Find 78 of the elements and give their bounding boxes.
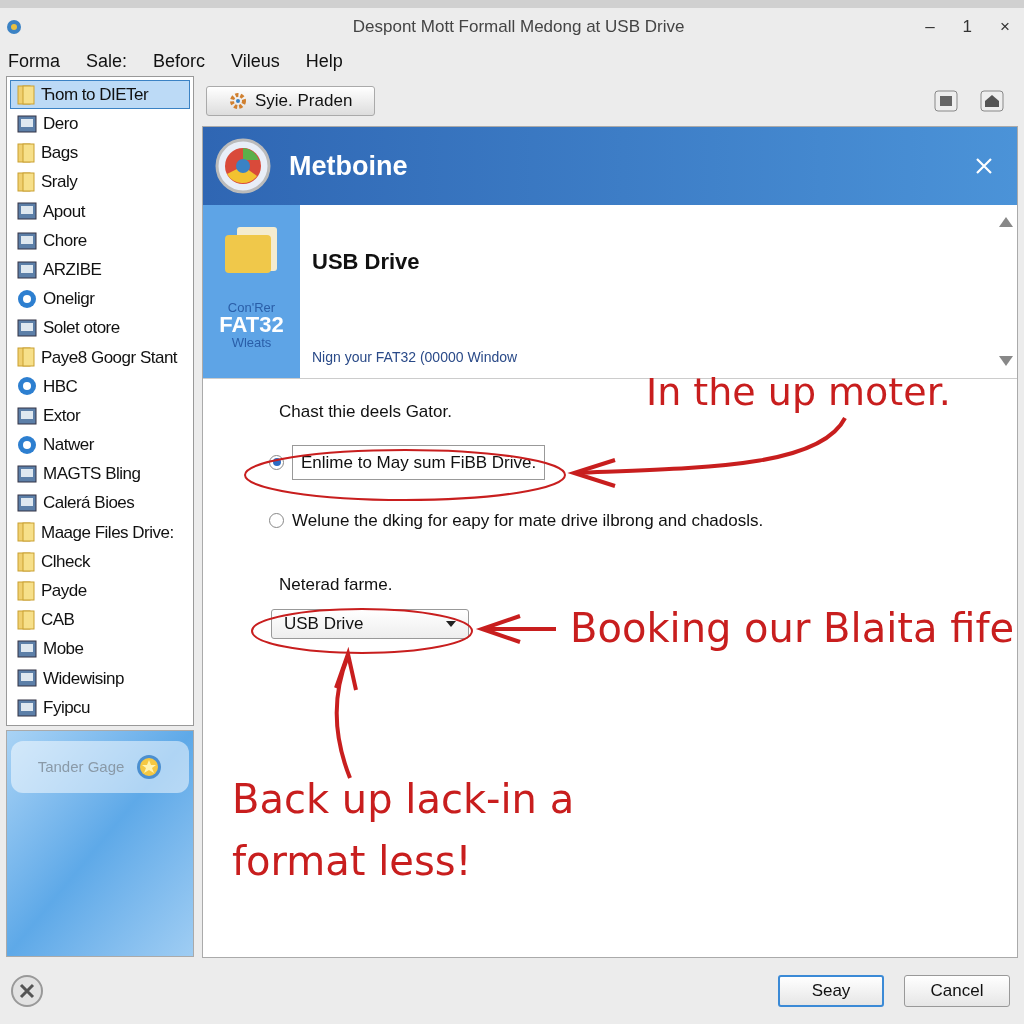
menu-item[interactable]: Beforc	[153, 47, 206, 75]
app-icon	[17, 230, 37, 251]
home-icon[interactable]	[980, 90, 1004, 112]
folder-icon	[17, 551, 35, 572]
layout-icon[interactable]	[934, 90, 958, 112]
dropdown-caret-icon	[446, 621, 456, 627]
menu-item[interactable]: Sale:	[86, 47, 128, 75]
sidebar-item[interactable]: CAB	[10, 605, 190, 635]
sidebar-item[interactable]: Calerá Bioes	[10, 488, 190, 518]
app-icon	[17, 697, 37, 718]
sidebar-item[interactable]: Widewisinp	[10, 663, 190, 693]
app-icon	[17, 639, 37, 660]
close-button[interactable]: ×	[1000, 14, 1010, 40]
menu-item[interactable]: Forma	[8, 47, 60, 75]
sidebar-item[interactable]: Oneligr	[10, 284, 190, 314]
sidebar-item[interactable]: Dero	[10, 109, 190, 139]
sidebar-item[interactable]: Ћom to DIETer	[10, 80, 190, 110]
sidebar-item[interactable]: Clheck	[10, 547, 190, 577]
sidebar-item[interactable]: Mobe	[10, 634, 190, 664]
folder-icon	[17, 142, 35, 163]
sidebar-item[interactable]: Maage Files Drive:	[10, 517, 190, 547]
sidebar-item[interactable]: Natwer	[10, 430, 190, 460]
app-icon	[17, 201, 37, 222]
option-label[interactable]: Welune the dking for eapy for mate drive ilbrong and chadosls.	[292, 508, 764, 534]
menu-item[interactable]: Help	[305, 47, 343, 75]
scroll-up-icon[interactable]	[999, 217, 1013, 227]
device-note: Nign your FAT32 (00000 Window	[312, 348, 519, 367]
logo-icon	[213, 136, 273, 196]
close-icon[interactable]	[975, 157, 993, 175]
format-label: Neterad farme.	[279, 573, 394, 596]
globe-icon	[17, 288, 37, 309]
minimize-button[interactable]: –	[925, 14, 935, 40]
sidebar-item[interactable]: Bags	[10, 138, 190, 168]
app-icon	[17, 259, 37, 280]
folder-icon	[17, 580, 35, 601]
sidebar-item[interactable]: MAGTS Bling	[10, 459, 190, 489]
option-label[interactable]: Enlime to May sum FiBB Drive.	[292, 444, 546, 480]
sidebar-item[interactable]: HBC	[10, 371, 190, 402]
dialog-button[interactable]: Cancel	[904, 975, 1010, 1007]
app-icon	[17, 464, 37, 485]
globe-icon	[17, 376, 37, 397]
sidebar-item[interactable]: Apout	[10, 196, 190, 226]
sidebar-item[interactable]: ARZIBE	[10, 255, 190, 285]
prompt-text: Chast thie deels Gator.	[279, 401, 453, 423]
annotation-text: Back up lack-in a format less!	[232, 775, 576, 886]
app-icon	[17, 113, 37, 134]
format-select[interactable]: USB Drive	[271, 609, 469, 639]
folder-icon	[17, 609, 35, 630]
app-icon	[6, 19, 22, 35]
sidebar-item[interactable]: Chore	[10, 225, 190, 256]
sidebar-item[interactable]: Sraly	[10, 167, 190, 197]
device-name: USB Drive	[312, 248, 421, 276]
folder-icon	[17, 347, 35, 368]
window-title: Despont Mott Formall Medong at USB Drive	[351, 16, 686, 39]
sidebar-item[interactable]: Extor	[10, 401, 190, 431]
toolbar-button[interactable]: Syie. Praden	[206, 86, 376, 116]
scroll-down-icon[interactable]	[999, 356, 1013, 366]
panel-title: Metboine	[289, 149, 409, 183]
annotation-text: Booking our Blaita fife	[570, 604, 1015, 653]
gear-icon	[229, 92, 247, 110]
folder-icon	[17, 84, 35, 105]
menu-item[interactable]: Vileus	[231, 47, 280, 75]
sidebar-item[interactable]: Payde	[10, 576, 190, 606]
annotation-text: In the up moter.	[646, 369, 951, 416]
sidebar-item[interactable]: Solet otore	[10, 313, 190, 343]
folder-icon	[17, 172, 35, 193]
radio-button[interactable]	[269, 513, 284, 529]
app-icon	[17, 493, 37, 514]
app-icon	[17, 405, 37, 426]
maximize-button[interactable]: 1	[962, 14, 973, 40]
sidebar-item[interactable]: Paye8 Googr Stant	[10, 342, 190, 372]
globe-icon	[17, 434, 37, 455]
drive-badge: Con'Rer FAT32 Wleats	[203, 205, 300, 378]
app-icon	[17, 318, 37, 339]
folder-icon	[17, 522, 35, 543]
app-icon	[17, 668, 37, 689]
default-button[interactable]: Seay	[778, 975, 884, 1007]
sidebar-item[interactable]: Fyipcu	[10, 692, 190, 723]
